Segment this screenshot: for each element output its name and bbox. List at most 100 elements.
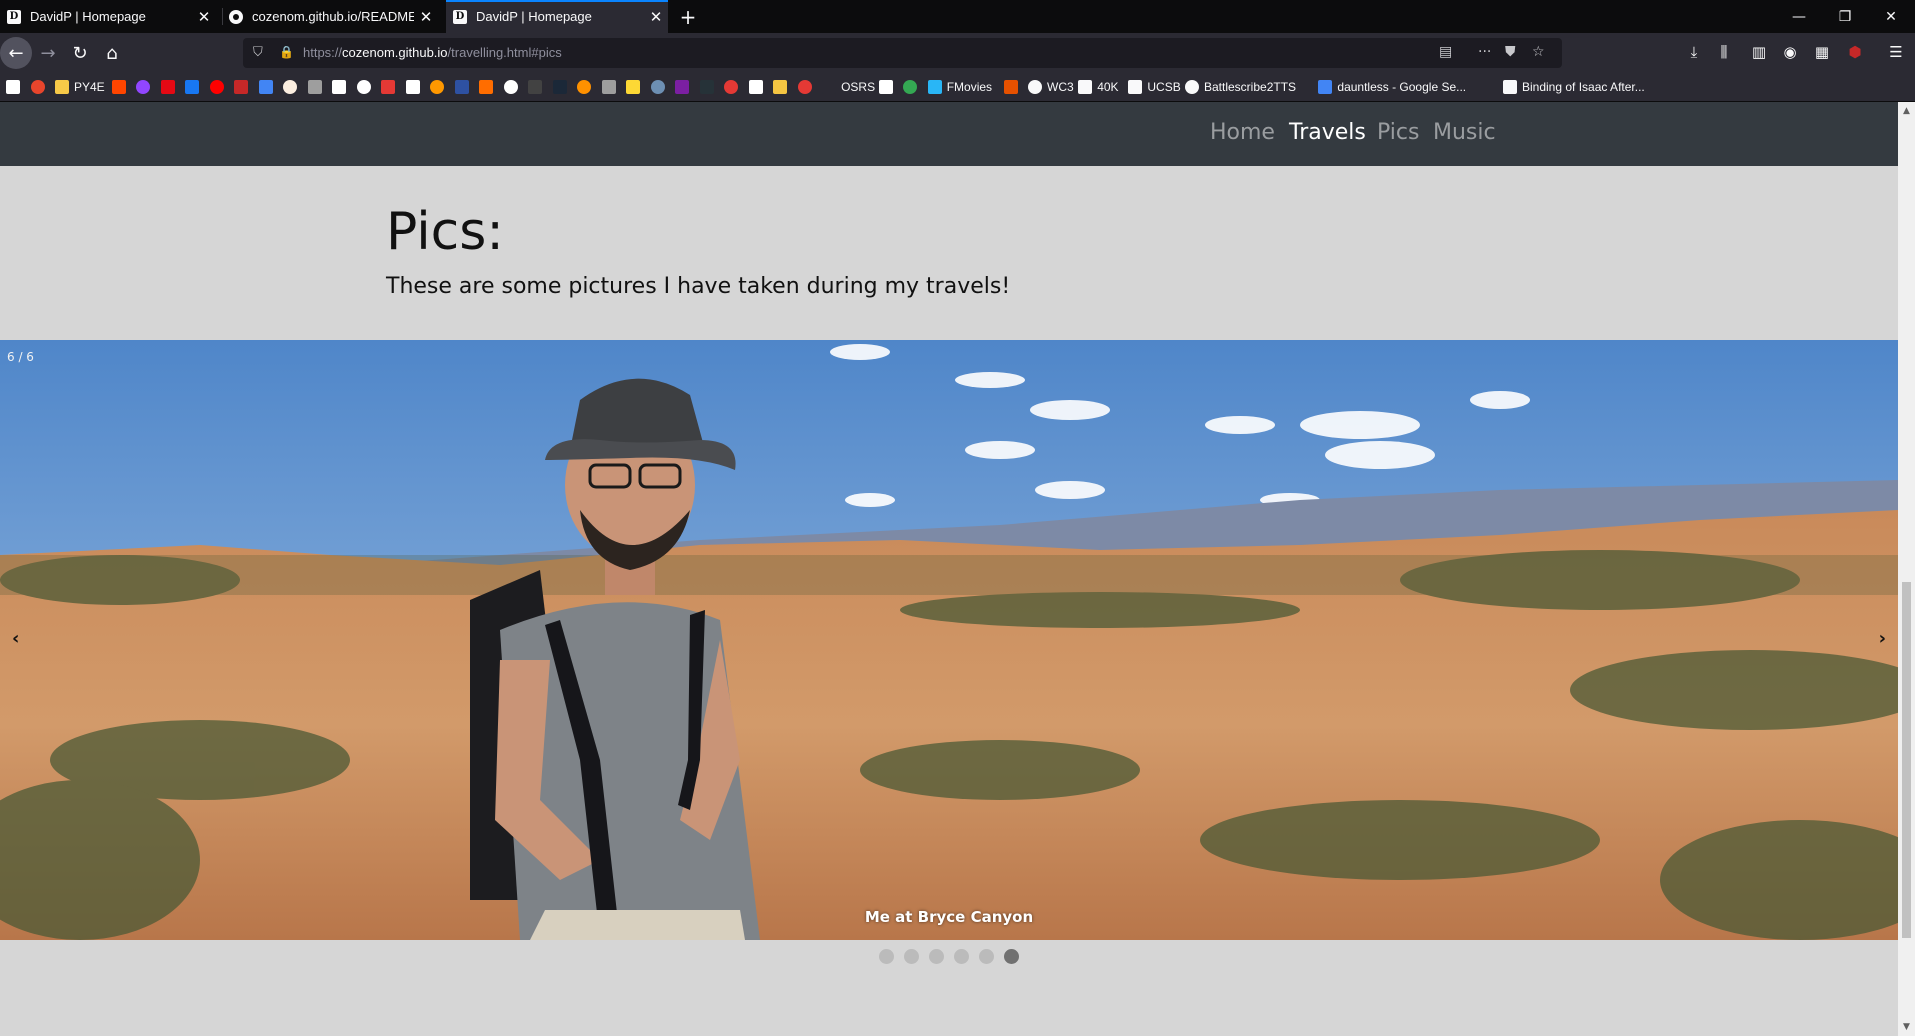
slide-dot[interactable] [879,949,894,964]
bookmark-item[interactable] [430,79,449,95]
bookmark-item[interactable] [528,79,547,95]
menu-icon[interactable]: ☰ [1886,43,1906,61]
slide-dot[interactable] [1004,949,1019,964]
bookmark-item[interactable] [332,79,351,95]
github-icon [229,9,243,24]
forward-button[interactable]: → [32,37,64,69]
close-icon[interactable]: ✕ [192,8,216,26]
slide-dot[interactable] [954,949,969,964]
bookmark-item[interactable] [503,79,523,95]
tab-title: DavidP | Homepage [30,9,146,24]
downloads-icon[interactable]: ⤓ [1684,43,1704,61]
page-actions-icon[interactable]: ··· [1478,44,1491,60]
nav-link-home[interactable]: Home [1210,120,1275,145]
close-icon[interactable]: ✕ [414,8,438,26]
new-tab-button[interactable]: + [673,0,703,33]
bookmark-item[interactable] [234,79,253,95]
bookmark-item[interactable] [405,79,425,95]
back-button[interactable]: ← [0,37,32,69]
next-slide-button[interactable]: › [1879,628,1886,649]
bookmark-item[interactable] [479,79,498,95]
lock-icon[interactable]: 🔒 [279,45,294,59]
nav-link-travels[interactable]: Travels [1289,120,1366,145]
bookmark-item[interactable]: Battlescribe2TTS [1185,79,1296,95]
scroll-down-arrow-icon[interactable]: ▼ [1898,1022,1915,1032]
bookmark-item[interactable] [748,79,768,95]
bookmark-favicon-icon [552,80,567,94]
tab-1[interactable]: D DavidP | Homepage ✕ [0,0,216,33]
bookmark-item[interactable] [111,79,131,95]
bookmark-item[interactable]: PY4E [55,79,105,95]
bookmark-item[interactable] [381,79,400,95]
bookmark-favicon-icon [55,80,69,94]
bookmark-label: Battlescribe2TTS [1204,80,1297,94]
bookmark-item[interactable] [1003,79,1023,95]
bookmark-item[interactable] [773,79,792,95]
prev-slide-button[interactable]: ‹ [12,628,19,649]
bookmark-item[interactable]: UCSB [1128,79,1181,95]
vertical-scrollbar[interactable]: ▲ ▼ [1898,102,1915,1036]
bookmark-favicon-icon [430,80,445,94]
bookmark-item[interactable] [6,79,25,95]
bookmark-item[interactable] [724,79,743,95]
bookmark-item[interactable] [903,79,922,95]
bookmark-item[interactable]: OSRS [822,79,875,95]
bookmark-item[interactable]: 40K [1078,79,1119,95]
close-window-button[interactable]: ✕ [1868,0,1914,33]
bookmark-item[interactable]: dauntless - Google Se... [1318,79,1466,95]
nav-link-music[interactable]: Music [1433,120,1496,145]
tab-title: cozenom.github.io/README.m [252,9,414,24]
bookmark-item[interactable] [356,79,376,95]
tab-2[interactable]: cozenom.github.io/README.m ✕ [222,0,438,33]
url-text[interactable]: https://cozenom.github.io/travelling.htm… [303,45,562,60]
bookmark-favicon-icon [699,80,714,94]
bookmark-item[interactable] [454,79,474,95]
bookmark-item[interactable] [30,79,50,95]
slide-dot[interactable] [979,949,994,964]
bookmark-item[interactable] [136,79,155,95]
bookmark-item[interactable] [307,79,327,95]
pocket-icon[interactable]: ⛊ [1505,44,1516,60]
bookmark-item[interactable]: Binding of Isaac After... [1503,79,1645,95]
bookmark-item[interactable]: FMovies [927,79,992,95]
bookmark-item[interactable] [878,79,898,95]
bookmark-item[interactable] [650,79,670,95]
bookmark-item[interactable] [699,79,719,95]
bookmark-item[interactable] [160,79,180,95]
bookmark-star-icon[interactable]: ☆ [1532,44,1545,60]
slide-dot[interactable] [904,949,919,964]
bookmark-favicon-icon [797,80,812,94]
bookmark-item[interactable] [209,79,229,95]
home-button[interactable]: ⌂ [96,37,128,69]
close-icon[interactable]: ✕ [644,8,668,26]
account-icon[interactable]: ◉ [1780,43,1800,61]
bookmark-favicon-icon [6,80,20,94]
bookmark-favicon-icon [528,80,543,94]
bookmark-item[interactable] [675,79,694,95]
restore-button[interactable]: ❐ [1822,0,1868,33]
bookmark-item[interactable] [258,79,278,95]
slide-dot[interactable] [929,949,944,964]
address-bar[interactable]: ⛉ 🔒 https://cozenom.github.io/travelling… [243,38,1562,68]
bookmark-item[interactable] [601,79,621,95]
tracking-protection-icon[interactable]: ⛉ [253,45,263,60]
bookmark-item[interactable] [283,79,302,95]
bookmark-item[interactable]: WC3 [1028,79,1074,95]
extension-icon[interactable]: ▦ [1812,43,1832,61]
minimize-button[interactable]: — [1776,0,1822,33]
reload-button[interactable]: ↻ [64,37,96,69]
bookmark-item[interactable] [626,79,645,95]
bookmark-item[interactable] [552,79,572,95]
scroll-up-arrow-icon[interactable]: ▲ [1898,106,1915,116]
sidebar-icon[interactable]: ▥ [1749,43,1769,61]
reader-view-icon[interactable]: ▤ [1439,44,1452,60]
bookmark-favicon-icon [209,80,224,94]
ublock-icon[interactable]: ⬢ [1845,43,1865,61]
library-icon[interactable]: ⫼ [1714,43,1734,61]
scrollbar-thumb[interactable] [1902,582,1911,938]
bookmark-item[interactable] [797,79,817,95]
tab-3-active[interactable]: D DavidP | Homepage ✕ [446,0,668,33]
bookmark-item[interactable] [577,79,596,95]
bookmark-item[interactable] [185,79,204,95]
nav-link-pics[interactable]: Pics [1377,120,1419,145]
